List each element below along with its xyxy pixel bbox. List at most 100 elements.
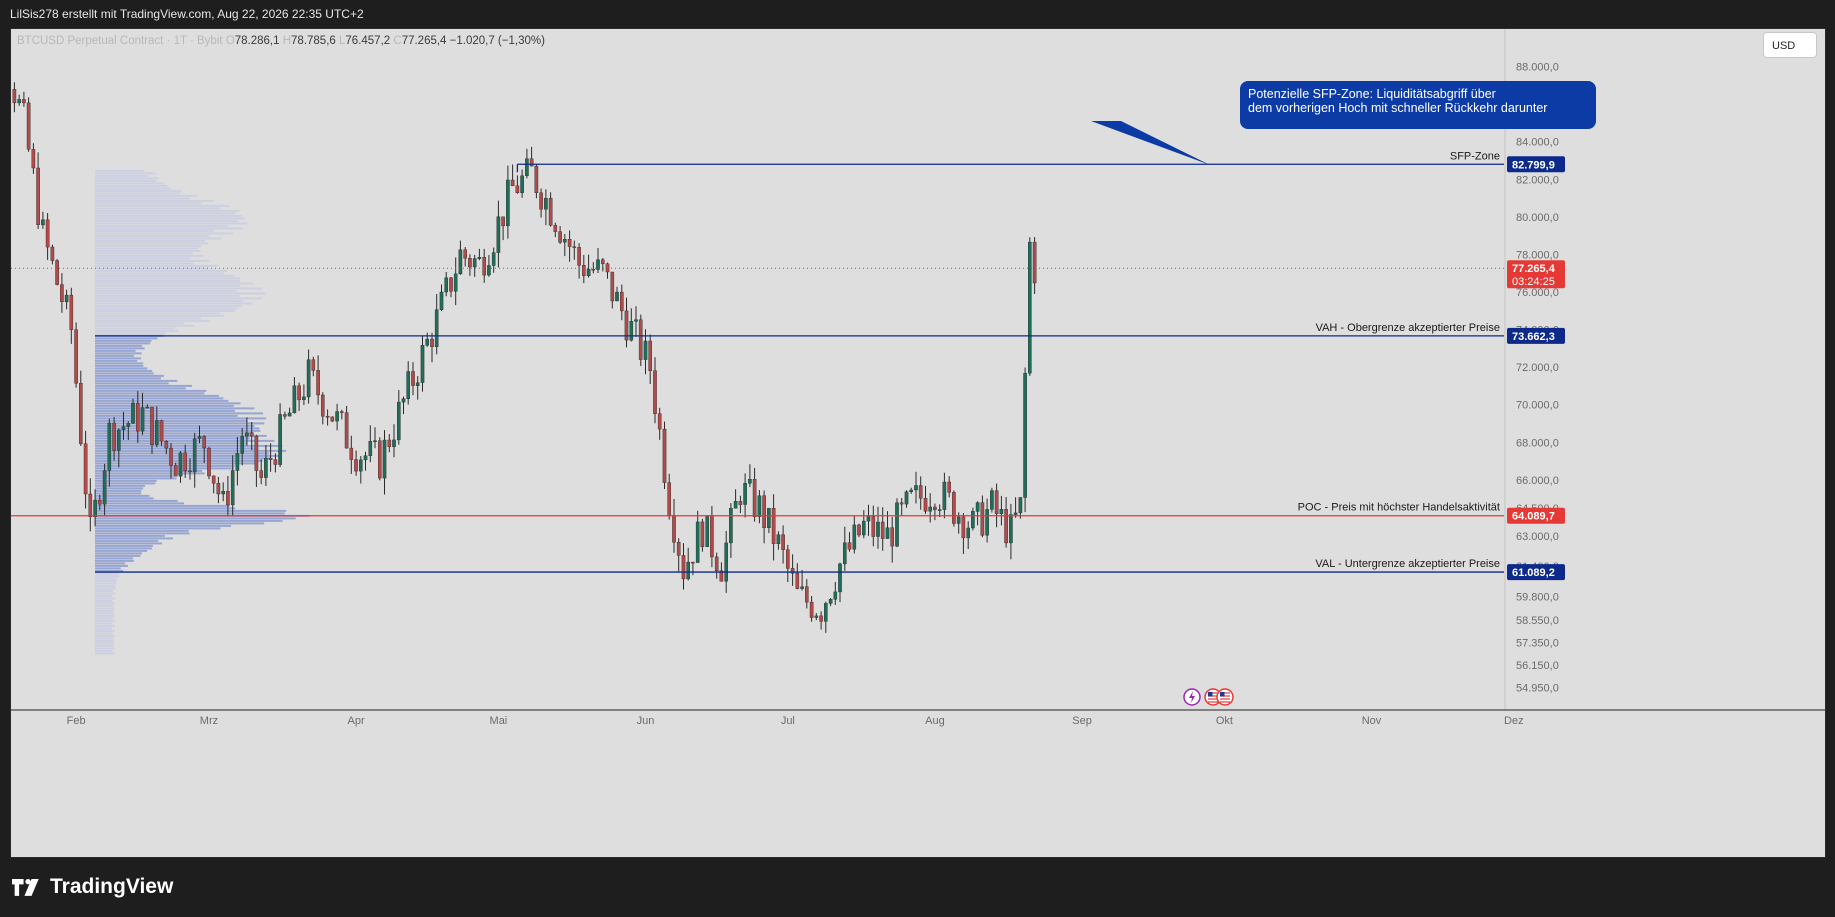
volume-profile-row xyxy=(95,337,158,340)
volume-profile-row xyxy=(95,589,114,592)
candle-body xyxy=(444,277,449,293)
volume-profile-row xyxy=(95,642,115,645)
candle-body xyxy=(382,439,387,479)
candle-body xyxy=(577,247,581,266)
volume-profile-row xyxy=(95,372,154,375)
candle-body xyxy=(857,524,861,536)
candle-body xyxy=(838,563,842,593)
volume-profile-row xyxy=(95,314,225,317)
candle-body xyxy=(724,542,728,582)
candle-body xyxy=(74,329,78,384)
price-tick-label: 82.000,0 xyxy=(1516,174,1559,186)
currency-button[interactable]: USD xyxy=(1763,32,1817,58)
volume-profile-row xyxy=(95,312,220,315)
volume-profile-row xyxy=(95,192,180,195)
candle-body xyxy=(150,406,154,446)
volume-profile-row xyxy=(95,319,210,322)
volume-profile-row xyxy=(95,197,190,200)
candle-body xyxy=(638,319,643,360)
candle-body xyxy=(249,432,254,437)
volume-profile-row xyxy=(95,264,218,267)
volume-profile-row xyxy=(95,474,174,477)
candle-body xyxy=(501,216,505,227)
chart-area[interactable]: SFP-Zone VAH - Obergrenze akzeptierter Pr… xyxy=(10,28,1826,858)
volume-profile-row xyxy=(95,534,165,537)
candle-body xyxy=(847,542,852,550)
candle-body xyxy=(937,509,942,511)
time-tick-label: Okt xyxy=(1216,715,1233,727)
candle-body xyxy=(648,340,652,371)
candle-body xyxy=(207,447,211,477)
candle-body xyxy=(933,506,937,510)
candle-body xyxy=(1032,241,1037,284)
candle-body xyxy=(472,258,477,268)
candle-body xyxy=(975,502,980,512)
flag-canton xyxy=(1220,692,1225,697)
candle-body xyxy=(188,470,192,473)
candle-body xyxy=(60,284,64,303)
candle-body xyxy=(629,321,634,341)
volume-profile-row xyxy=(95,217,245,220)
candle-body xyxy=(26,102,31,150)
tradingview-logo[interactable]: TradingView xyxy=(12,875,173,899)
candle-body xyxy=(88,493,93,517)
bottom-bar: TradingView xyxy=(0,858,1835,917)
low-value: 76.457,2 xyxy=(345,35,391,47)
candle-body xyxy=(634,319,638,322)
candle-body xyxy=(544,197,548,210)
candle-body xyxy=(335,411,339,422)
volume-profile-row xyxy=(95,519,283,522)
volume-profile-row xyxy=(95,379,178,382)
price-badge-label: 82.799,9 xyxy=(1512,159,1555,171)
price-tick-label: 80.000,0 xyxy=(1516,212,1559,224)
volume-profile-row xyxy=(95,457,270,460)
price-tick-label: 66.000,0 xyxy=(1516,475,1559,487)
volume-profile-row xyxy=(95,582,117,585)
candle-body xyxy=(325,416,330,418)
volume-profile-row xyxy=(95,464,235,467)
candle-body xyxy=(586,268,591,276)
price-badge-label: 73.662,3 xyxy=(1512,331,1555,343)
candle-body xyxy=(112,422,116,451)
volume-profile-row xyxy=(95,629,115,632)
volume-profile-row xyxy=(95,364,144,367)
volume-profile-row xyxy=(95,342,151,345)
symbol-legend[interactable]: BTCUSD Perpetual Contract · 1T · Bybit O… xyxy=(17,35,545,47)
volume-profile-row xyxy=(95,652,115,655)
candle-body xyxy=(363,455,368,461)
candle-body xyxy=(885,527,890,539)
volume-profile-row xyxy=(95,237,221,240)
symbol-title[interactable]: BTCUSD Perpetual Contract · 1T · Bybit xyxy=(17,35,223,47)
volume-profile-row xyxy=(95,499,178,502)
volume-profile-row xyxy=(95,504,230,507)
volume-profile-row xyxy=(95,207,220,210)
volume-profile-row xyxy=(95,492,142,495)
volume-profile-row xyxy=(95,547,152,550)
level-label: VAH - Obergrenze akzeptierter Preise xyxy=(1316,322,1500,334)
volume-profile-row xyxy=(95,477,177,480)
sfp-callout[interactable]: Potenzielle SFP-Zone: Liquiditätsabgriff… xyxy=(1240,81,1596,129)
volume-profile-row xyxy=(95,632,113,635)
volume-profile-row xyxy=(95,257,191,260)
price-chart[interactable]: SFP-Zone VAH - Obergrenze akzeptierter Pr… xyxy=(11,29,1825,857)
candle-body xyxy=(676,542,681,556)
candle-body xyxy=(401,398,406,403)
candle-body xyxy=(64,294,69,303)
candle-body xyxy=(819,615,823,622)
volume-profile-row xyxy=(95,392,205,395)
volume-profile-row xyxy=(95,409,235,412)
candle-body xyxy=(159,420,164,442)
volume-profile-row xyxy=(95,204,229,207)
volume-profile-row xyxy=(95,412,263,415)
volume-profile-row xyxy=(95,339,152,342)
candle-body xyxy=(862,520,866,536)
candle-body xyxy=(259,470,264,478)
time-tick-label: Mrz xyxy=(200,715,218,727)
candle-body xyxy=(852,524,857,550)
candle-body xyxy=(164,441,169,449)
volume-profile-row xyxy=(95,617,113,620)
volume-profile-row xyxy=(95,299,244,302)
candle-body xyxy=(776,534,781,544)
volume-profile-row xyxy=(95,544,153,547)
candle-body xyxy=(458,249,463,275)
